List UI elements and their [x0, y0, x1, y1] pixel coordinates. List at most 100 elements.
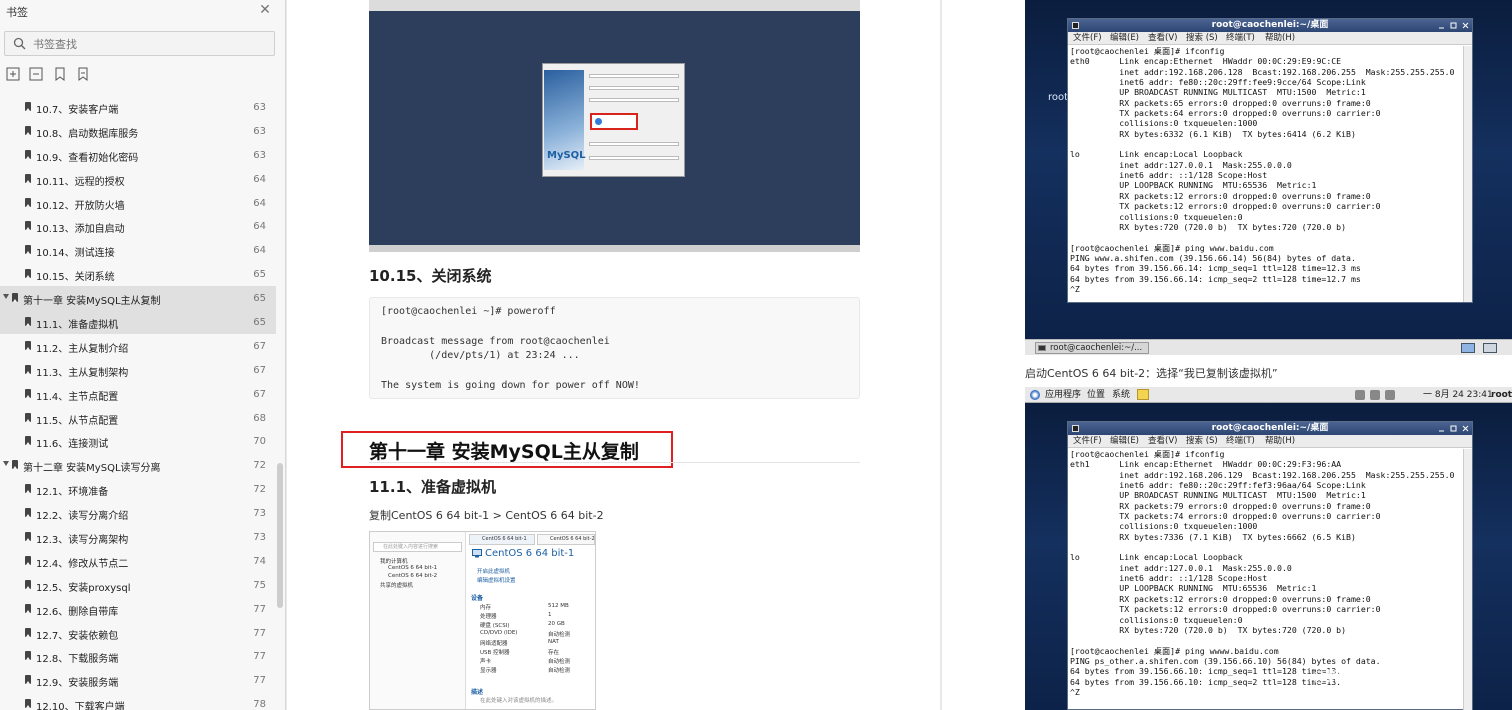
bookmark-label: 第十一章 安装MySQL主从复制	[23, 296, 161, 308]
bookmark-search-box[interactable]	[4, 31, 275, 56]
bookmark-icon	[25, 675, 31, 685]
terminal-app-icon	[1072, 22, 1079, 29]
bookmark-page-number: 78	[253, 699, 266, 710]
bookmark-item[interactable]: 11.5、从节点配置 68	[0, 406, 276, 430]
bookmark-item[interactable]: 10.11、远程的授权 64	[0, 167, 276, 191]
bookmark-item[interactable]: 12.7、安装依赖包 77	[0, 621, 276, 645]
bookmark-item[interactable]: 10.7、安装客户端 63	[0, 95, 276, 119]
menu-search[interactable]: 搜索 (S)	[1186, 32, 1218, 45]
menu-edit[interactable]: 编辑(E)	[1110, 435, 1139, 448]
sidebar-title: 书签	[6, 6, 28, 19]
menu-system[interactable]: 系统	[1112, 387, 1130, 403]
menu-view[interactable]: 查看(V)	[1148, 435, 1177, 448]
terminal-line: UP LOOPBACK RUNNING MTU:65536 Metric:1	[1070, 180, 1317, 191]
maximize-icon[interactable]	[1450, 22, 1457, 29]
bookmark-label: 10.8、启动数据库服务	[36, 128, 139, 140]
device-name: 内存	[480, 605, 492, 611]
code-line: (/dev/pts/1) at 23:24 ...	[381, 350, 580, 361]
menu-help[interactable]: 帮助(H)	[1265, 435, 1295, 448]
bookmark-item[interactable]: 10.12、开放防火墙 64	[0, 191, 276, 215]
minimize-icon[interactable]	[1438, 22, 1445, 29]
close-icon[interactable]	[1462, 425, 1469, 432]
bookmark-item[interactable]: 10.15、关闭系统 65	[0, 262, 276, 286]
terminal-scrollbar[interactable]	[1463, 449, 1472, 710]
update-icon[interactable]	[1385, 390, 1395, 400]
bookmark-search-input[interactable]	[33, 35, 263, 53]
bookmark-item[interactable]: 12.2、读写分离介绍 73	[0, 501, 276, 525]
screenshot-toolbar	[369, 0, 860, 11]
device-value: 20 GB	[548, 621, 565, 627]
expand-all-icon[interactable]	[6, 67, 20, 81]
panel-user[interactable]: root	[1491, 387, 1512, 403]
network-icon[interactable]	[1355, 390, 1365, 400]
sidebar-scrollbar-thumb[interactable]	[277, 463, 283, 608]
taskbar-terminal-item[interactable]: root@caochenlei:~/...	[1035, 342, 1149, 354]
menu-file[interactable]: 文件(F)	[1073, 435, 1102, 448]
sidebar-scrollbar-track[interactable]	[277, 95, 283, 710]
menu-file[interactable]: 文件(F)	[1073, 32, 1102, 45]
terminal-title: root@caochenlei:~/桌面	[1211, 20, 1329, 30]
bookmark-label: 12.7、安装依赖包	[36, 630, 119, 642]
expand-triangle-icon[interactable]	[3, 461, 9, 467]
workspace-1[interactable]	[1461, 343, 1475, 353]
bookmark-icon	[12, 460, 18, 470]
menu-applications[interactable]: 应用程序	[1045, 387, 1081, 403]
bookmark-page-number: 64	[253, 245, 266, 257]
terminal-output[interactable]: [root@caochenlei 桌面]# ifconfig eth1 Link …	[1068, 449, 1463, 697]
bookmark-item[interactable]: 12.10、下载客户端 78	[0, 692, 276, 710]
terminal-window-1: root@caochenlei:~/桌面 文件(F) 编辑(E) 查看(V) 搜…	[1067, 18, 1473, 303]
close-icon[interactable]	[1462, 22, 1469, 29]
menu-terminal[interactable]: 终端(T)	[1226, 32, 1255, 45]
workspace-2[interactable]	[1483, 343, 1497, 353]
bookmark-item[interactable]: 11.6、连接测试 70	[0, 429, 276, 453]
bookmark-item[interactable]: 第十二章 安装MySQL读写分离 72	[0, 453, 276, 477]
bookmark-item[interactable]: 12.4、修改从节点二 74	[0, 549, 276, 573]
bookmark-page-number: 64	[253, 173, 266, 185]
collapse-all-icon[interactable]	[29, 67, 43, 81]
bookmark-item[interactable]: 10.9、查看初始化密码 63	[0, 143, 276, 167]
minimize-icon[interactable]	[1438, 425, 1445, 432]
bookmark-item[interactable]: 第十一章 安装MySQL主从复制 65	[0, 286, 276, 311]
bookmark-item[interactable]: 12.6、删除自带库 77	[0, 597, 276, 621]
menu-terminal[interactable]: 终端(T)	[1226, 435, 1255, 448]
add-bookmark-icon[interactable]	[53, 67, 67, 81]
terminal-line: eth0 Link encap:Ethernet HWaddr 00:0C:29…	[1070, 56, 1342, 67]
terminal-scrollbar[interactable]	[1463, 46, 1472, 302]
mysql-connection-dialog: MySQL	[542, 63, 685, 177]
menu-edit[interactable]: 编辑(E)	[1110, 32, 1139, 45]
bookmark-item[interactable]: 11.4、主节点配置 67	[0, 382, 276, 406]
bookmark-item[interactable]: 11.1、准备虚拟机 65	[0, 310, 276, 334]
bookmark-icon	[25, 317, 31, 327]
divider	[369, 462, 860, 463]
bookmark-item[interactable]: 11.3、主从复制架构 67	[0, 358, 276, 382]
bookmark-item[interactable]: 12.5、安装proxysql 75	[0, 573, 276, 597]
bookmark-item[interactable]: 10.8、启动数据库服务 63	[0, 119, 276, 143]
bookmark-item[interactable]: 12.3、读写分离架构 73	[0, 525, 276, 549]
bookmark-item[interactable]: 12.1、环境准备 72	[0, 477, 276, 501]
bookmark-item[interactable]: 11.2、主从复制介绍 67	[0, 334, 276, 358]
bookmark-page-number: 75	[253, 579, 266, 591]
menu-view[interactable]: 查看(V)	[1148, 32, 1177, 45]
bookmark-page-number: 67	[253, 364, 266, 376]
volume-icon[interactable]	[1370, 390, 1380, 400]
delete-bookmark-icon[interactable]	[76, 67, 90, 81]
terminal-line: RX bytes:720 (720.0 b) TX bytes:720 (720…	[1070, 221, 1347, 232]
menu-places[interactable]: 位置	[1087, 387, 1105, 403]
bookmark-label: 第十二章 安装MySQL读写分离	[23, 463, 161, 475]
menu-help[interactable]: 帮助(H)	[1265, 32, 1295, 45]
maximize-icon[interactable]	[1450, 425, 1457, 432]
close-icon[interactable]: ✕	[258, 3, 272, 17]
bookmark-item[interactable]: 10.13、添加自启动 64	[0, 214, 276, 238]
vm-action: 编辑虚拟机设置	[477, 578, 516, 584]
code-line: The system is going down for power off N…	[381, 380, 640, 391]
bookmark-label: 12.9、安装服务端	[36, 678, 119, 690]
expand-triangle-icon[interactable]	[3, 294, 9, 300]
menu-search[interactable]: 搜索 (S)	[1186, 435, 1218, 448]
notes-icon[interactable]	[1137, 389, 1149, 400]
terminal-output[interactable]: [root@caochenlei 桌面]# ifconfig eth0 Link …	[1068, 46, 1463, 294]
bookmark-item[interactable]: 12.8、下载服务端 77	[0, 644, 276, 668]
bookmark-icon	[25, 364, 31, 374]
bookmark-item[interactable]: 10.14、测试连接 64	[0, 238, 276, 262]
panel-clock[interactable]: 一 8月 24 23:41	[1423, 387, 1493, 403]
bookmark-item[interactable]: 12.9、安装服务端 77	[0, 668, 276, 692]
